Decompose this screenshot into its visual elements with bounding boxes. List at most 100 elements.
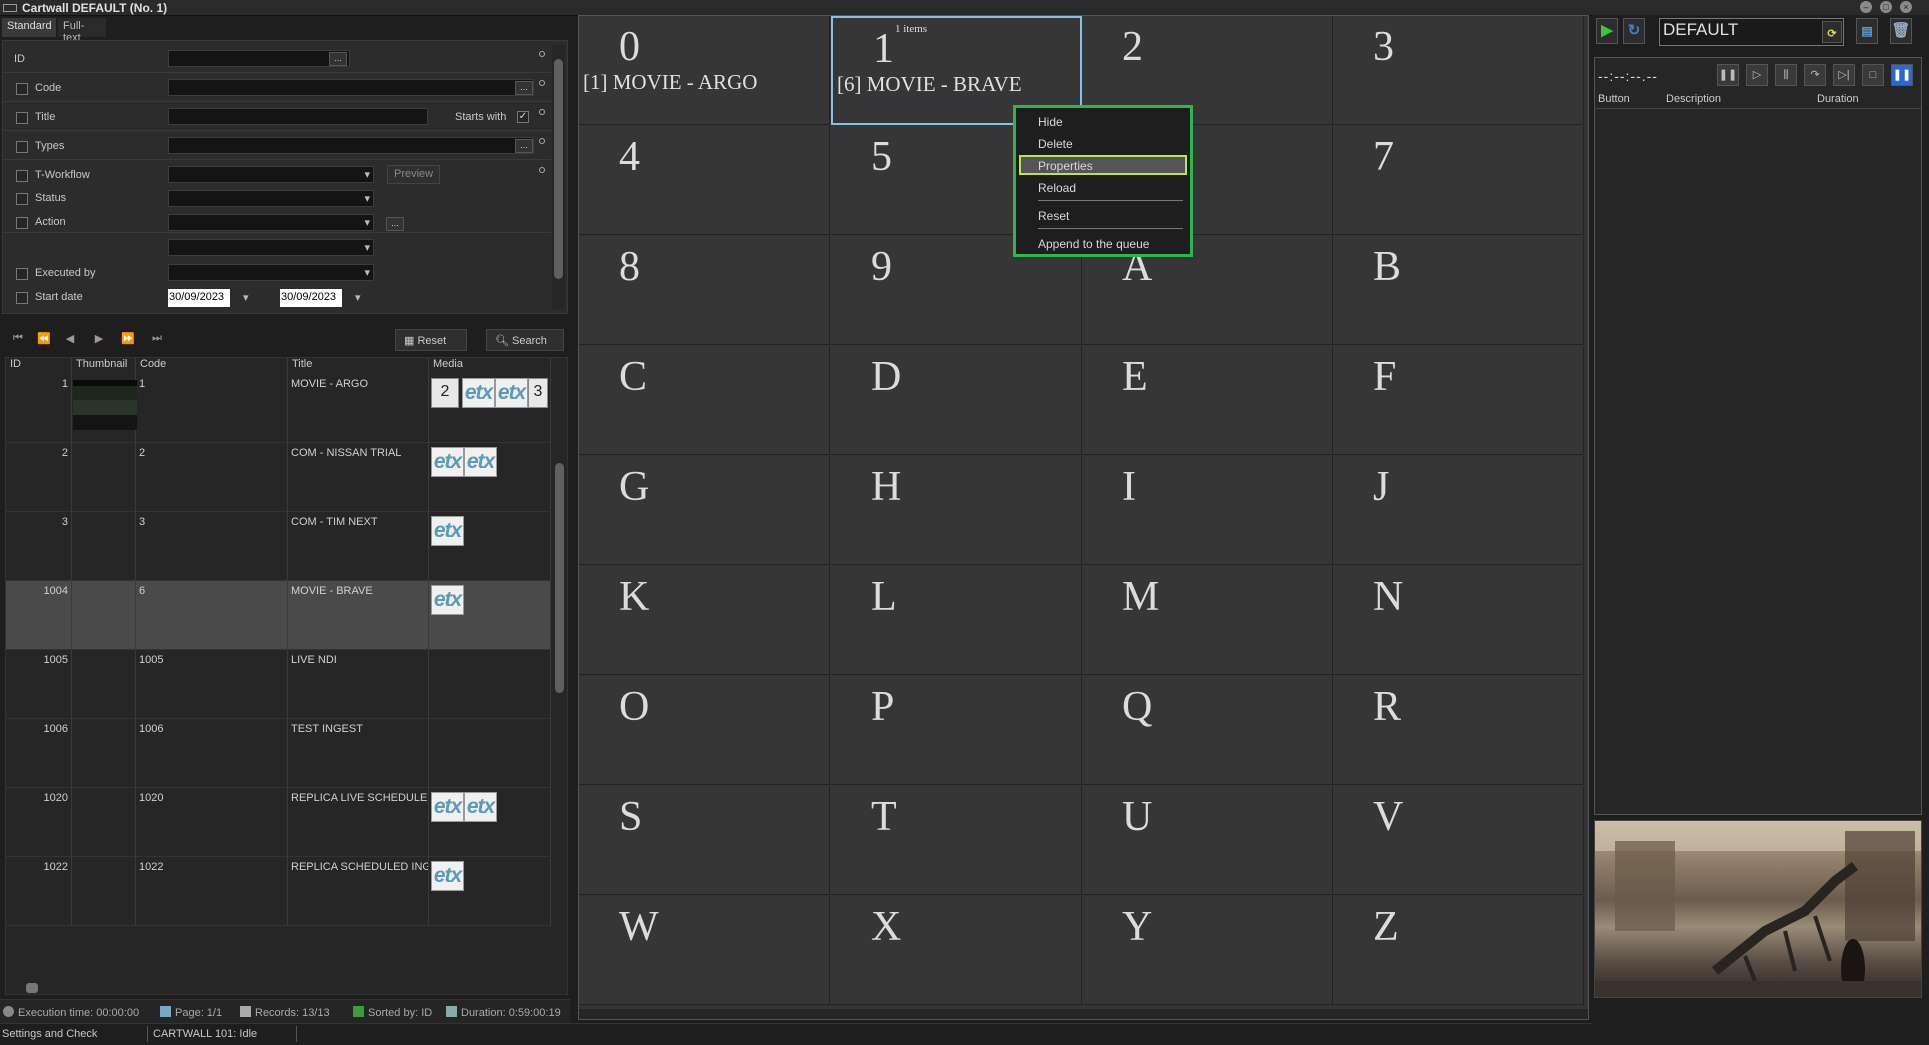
col-header-id[interactable]: ID	[6, 358, 72, 373]
table-row[interactable]: 1020 1020 REPLICA LIVE SCHEDULED etx etx	[6, 788, 551, 857]
table-row[interactable]: 1005 1005 LIVE NDI	[6, 650, 551, 719]
preview-button[interactable]: Preview	[387, 165, 441, 184]
etx-media-icon[interactable]: etx	[431, 792, 464, 822]
title-checkbox[interactable]	[16, 112, 28, 124]
cart-button-l[interactable]: L	[831, 566, 1082, 675]
title-input[interactable]	[168, 108, 428, 125]
id-input[interactable]	[168, 50, 350, 67]
table-row[interactable]: 1004 6 MOVIE - BRAVE etx	[6, 581, 551, 650]
close-icon[interactable]: ×	[1900, 1, 1912, 13]
code-checkbox[interactable]	[16, 83, 28, 95]
filter-scrollbar-thumb[interactable]	[554, 59, 563, 279]
status-checkbox[interactable]	[16, 193, 28, 205]
trash-icon[interactable]: 🗑︎	[1890, 18, 1912, 44]
table-row[interactable]: 2 2 COM - NISSAN TRIAL etx etx	[6, 443, 551, 512]
grid-scrollbar[interactable]	[553, 358, 566, 982]
cart-button-v[interactable]: V	[1333, 786, 1584, 895]
etx-media-icon[interactable]: etx	[495, 378, 528, 408]
t-workflow-select[interactable]	[168, 166, 374, 183]
next-icon[interactable]: ▶	[92, 332, 106, 346]
settings-and-check[interactable]: Settings and Check	[2, 1028, 97, 1040]
cart-button-c[interactable]: C	[579, 346, 830, 455]
action-select[interactable]	[168, 214, 374, 231]
code-input[interactable]	[168, 79, 534, 96]
menu-item-reload[interactable]: Reload	[1038, 181, 1076, 195]
rewind-icon[interactable]: ⏪	[37, 332, 51, 346]
types-input[interactable]	[168, 137, 534, 154]
cart-button-n[interactable]: N	[1333, 566, 1584, 675]
grid-scrollbar-thumb[interactable]	[555, 463, 564, 693]
pin-icon[interactable]	[539, 167, 545, 173]
filter-scrollbar[interactable]	[552, 45, 565, 309]
cart-button-q[interactable]: Q	[1082, 676, 1333, 785]
pause-active-icon[interactable]: ❚❚	[1891, 64, 1913, 86]
etx-media-icon[interactable]: etx	[431, 447, 464, 477]
date-from-dropdown-icon[interactable]: ▾	[243, 291, 249, 304]
minimize-icon[interactable]: –	[1860, 1, 1872, 13]
cart-button-h[interactable]: H	[831, 456, 1082, 565]
executed-by-checkbox[interactable]	[16, 268, 28, 280]
cart-button-b[interactable]: B	[1333, 236, 1584, 345]
previous-icon[interactable]: ◀	[63, 332, 77, 346]
table-row[interactable]: 3 3 COM - TIM NEXT etx	[6, 512, 551, 581]
search-button[interactable]: 🔍︎ Search	[486, 329, 564, 351]
stop-all-icon[interactable]: ⫼	[1775, 64, 1797, 86]
queue-header-button[interactable]: Button	[1598, 93, 1630, 105]
start-date-checkbox[interactable]	[16, 292, 28, 304]
cart-button-g[interactable]: G	[579, 456, 830, 565]
action-browse-button[interactable]: ...	[386, 217, 404, 231]
etx-media-icon[interactable]: etx	[431, 516, 464, 546]
cart-button-0[interactable]: 0 [1] MOVIE - ARGO	[579, 16, 830, 125]
pin-icon[interactable]	[539, 80, 545, 86]
queue-header-description[interactable]: Description	[1666, 93, 1721, 105]
channel-name[interactable]: DEFAULT	[1659, 18, 1844, 46]
cart-button-i[interactable]: I	[1082, 456, 1333, 565]
cart-button-u[interactable]: U	[1082, 786, 1333, 895]
cart-button-j[interactable]: J	[1333, 456, 1584, 565]
cart-button-m[interactable]: M	[1082, 566, 1333, 675]
etx-media-icon[interactable]: etx	[464, 792, 497, 822]
etx-media-icon[interactable]: etx	[431, 585, 464, 615]
grid-hscrollbar[interactable]	[6, 982, 551, 994]
tab-full-text[interactable]: Full-text	[58, 18, 106, 44]
date-to-dropdown-icon[interactable]: ▾	[355, 291, 361, 304]
grid-hscrollbar-thumb[interactable]	[26, 983, 38, 993]
col-header-thumbnail[interactable]: Thumbnail	[72, 358, 136, 373]
dropdown-action-icon[interactable]: ⟳	[1822, 21, 1842, 43]
pause-icon[interactable]: ❚❚	[1717, 64, 1739, 86]
start-date-from[interactable]: 30/09/2023	[168, 289, 230, 307]
cart-button-o[interactable]: O	[579, 676, 830, 785]
first-page-icon[interactable]: ⏮	[11, 332, 25, 346]
id-browse-button[interactable]: ...	[329, 52, 347, 66]
menu-item-hide[interactable]: Hide	[1038, 115, 1063, 129]
executed-by-select[interactable]	[168, 264, 374, 281]
cart-button-4[interactable]: 4	[579, 126, 830, 235]
cart-button-7[interactable]: 7	[1333, 126, 1584, 235]
media-extra-badge[interactable]: 3	[528, 378, 548, 408]
t-workflow-checkbox[interactable]	[16, 170, 28, 182]
cart-button-s[interactable]: S	[579, 786, 830, 895]
start-date-to[interactable]: 30/09/2023	[280, 289, 342, 307]
col-header-media[interactable]: Media	[429, 358, 551, 373]
table-row[interactable]: 1 1 MOVIE - ARGO 2 etx etx 3	[6, 374, 551, 443]
reset-button[interactable]: ▦ Reset	[395, 329, 467, 351]
etx-media-icon[interactable]: etx	[431, 861, 464, 891]
last-page-icon[interactable]: ⏭	[150, 332, 164, 346]
play-list-button[interactable]: ▶	[1596, 18, 1618, 44]
cart-button-w[interactable]: W	[579, 896, 830, 1005]
cart-button-3[interactable]: 3	[1333, 16, 1584, 125]
play-icon[interactable]: ▷	[1746, 64, 1768, 86]
table-row[interactable]: 1022 1022 REPLICA SCHEDULED INGI etx	[6, 857, 551, 926]
cart-button-d[interactable]: D	[831, 346, 1082, 455]
cart-button-f[interactable]: F	[1333, 346, 1584, 455]
action-checkbox[interactable]	[16, 217, 28, 229]
cartwall-hscrollbar[interactable]	[579, 1009, 1588, 1019]
types-checkbox[interactable]	[16, 141, 28, 153]
media-count-badge[interactable]: 2	[431, 378, 459, 408]
pin-icon[interactable]	[539, 51, 545, 57]
queue-header-duration[interactable]: Duration	[1817, 93, 1859, 105]
code-browse-button[interactable]: ...	[515, 81, 533, 95]
pin-icon[interactable]	[539, 109, 545, 115]
skip-icon[interactable]: ▷|	[1833, 64, 1855, 86]
cartwall-icon[interactable]: ▤	[1856, 18, 1878, 44]
